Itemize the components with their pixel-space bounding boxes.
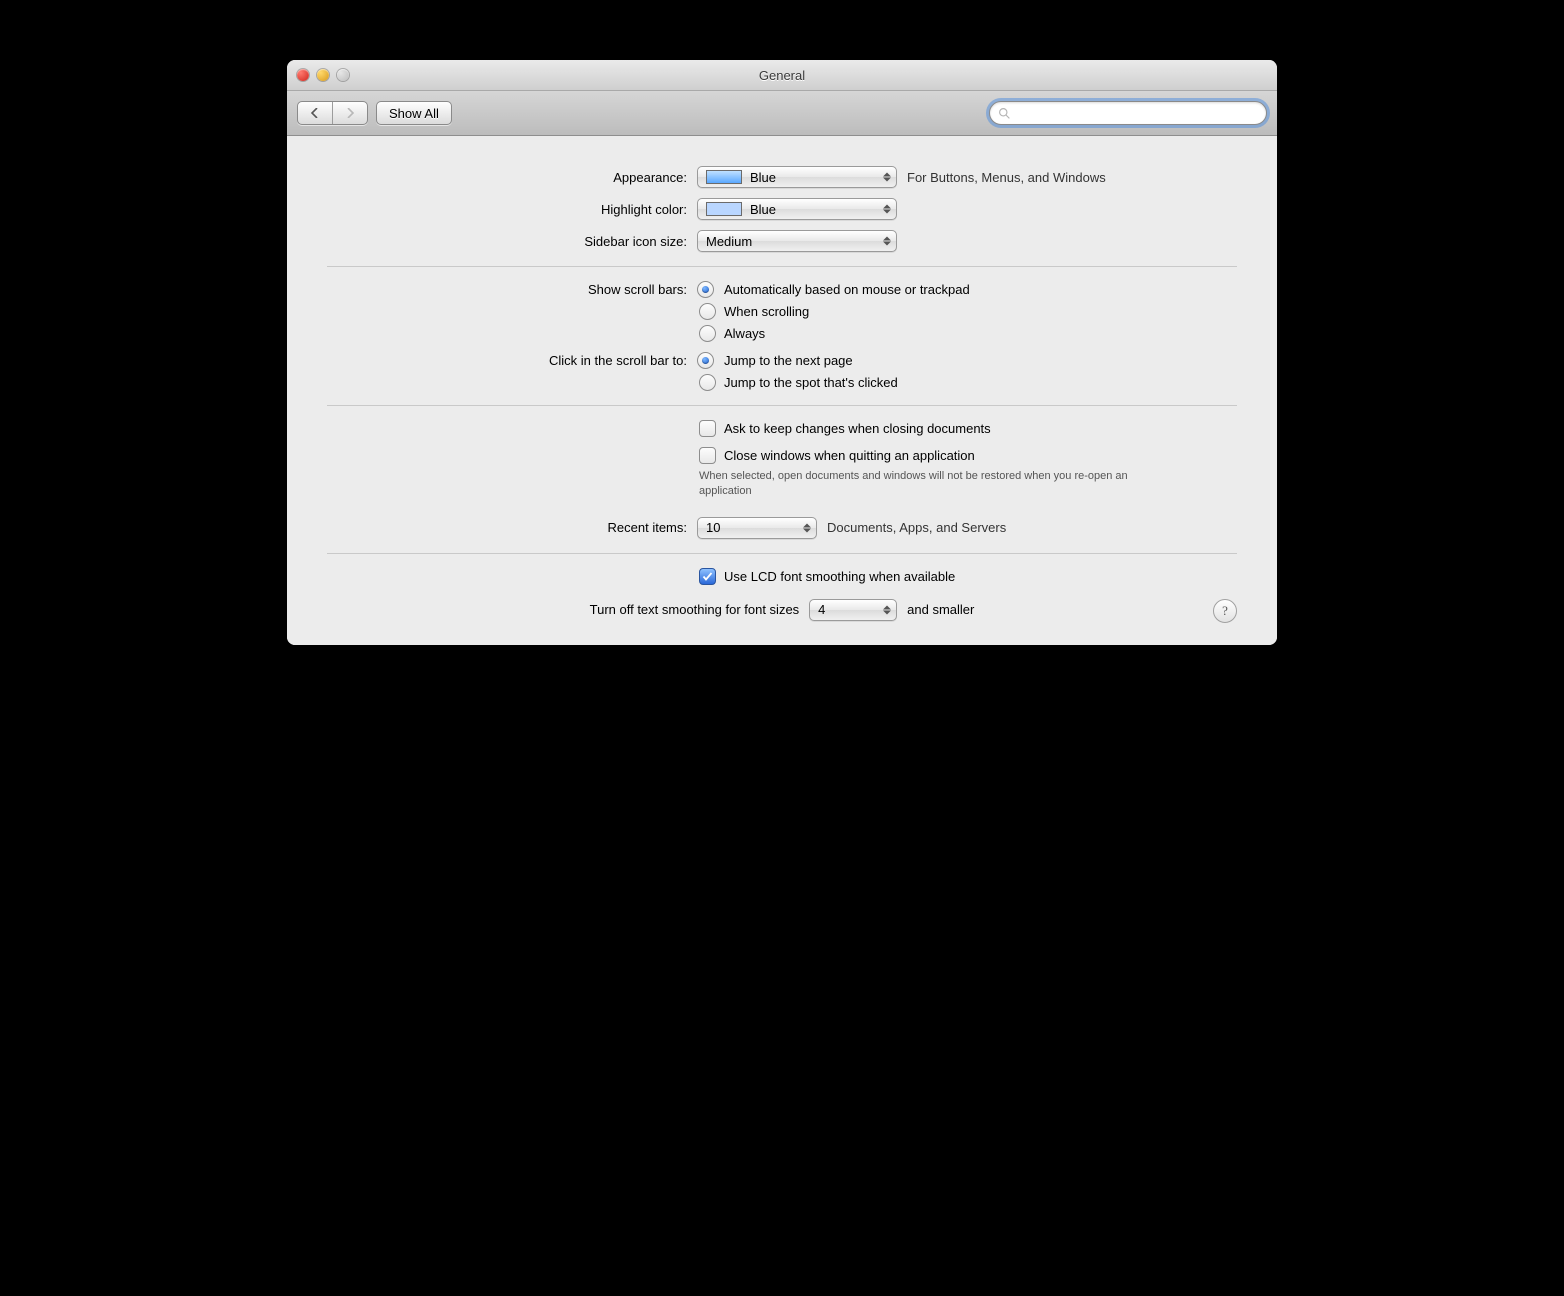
highlight-swatch <box>706 202 742 216</box>
smoothing-cutoff-value: 4 <box>818 602 825 617</box>
smoothing-cutoff-suffix: and smaller <box>907 602 974 617</box>
divider <box>327 553 1237 554</box>
appearance-label: Appearance: <box>327 170 697 185</box>
recent-items-suffix: Documents, Apps, and Servers <box>827 520 1006 535</box>
updown-icon <box>803 523 811 532</box>
close-windows-quit-sub: When selected, open documents and window… <box>699 469 1179 499</box>
sidebar-icon-value: Medium <box>706 234 752 249</box>
highlight-popup[interactable]: Blue <box>697 198 897 220</box>
lcd-smoothing-label: Use LCD font smoothing when available <box>724 569 955 584</box>
search-icon <box>998 107 1011 120</box>
updown-icon <box>883 173 891 182</box>
divider <box>327 266 1237 267</box>
recent-items-label: Recent items: <box>327 520 697 535</box>
search-input[interactable] <box>1017 106 1258 120</box>
scrollbars-option-row-1[interactable]: When scrolling <box>699 303 1237 320</box>
divider <box>327 405 1237 406</box>
nav-segment <box>297 101 368 125</box>
help-button[interactable]: ? <box>1213 599 1237 623</box>
scrollclick-label: Click in the scroll bar to: <box>327 353 697 368</box>
ask-keep-changes-checkbox[interactable] <box>699 420 716 437</box>
titlebar: General <box>287 60 1277 91</box>
scrollclick-option-0[interactable]: Jump to the next page <box>724 353 853 368</box>
toolbar: Show All <box>287 91 1277 136</box>
scrollbars-option-2: Always <box>724 326 765 341</box>
updown-icon <box>883 605 891 614</box>
checkmark-icon <box>702 571 713 582</box>
window-title: General <box>287 68 1277 83</box>
scrollbars-option-row-2[interactable]: Always <box>699 325 1237 342</box>
close-windows-quit-row[interactable]: Close windows when quitting an applicati… <box>699 447 1237 464</box>
updown-icon <box>883 205 891 214</box>
lcd-smoothing-checkbox[interactable] <box>699 568 716 585</box>
scrollbars-option-0[interactable]: Automatically based on mouse or trackpad <box>724 282 970 297</box>
traffic-lights <box>297 69 349 81</box>
close-icon[interactable] <box>297 69 309 81</box>
appearance-hint: For Buttons, Menus, and Windows <box>907 170 1106 185</box>
recent-items-popup[interactable]: 10 <box>697 517 817 539</box>
appearance-swatch <box>706 170 742 184</box>
content-pane: Appearance: Blue For Buttons, Menus, and… <box>287 136 1277 645</box>
scrollbars-radio-scrolling[interactable] <box>699 303 716 320</box>
lcd-smoothing-row[interactable]: Use LCD font smoothing when available <box>699 568 1237 585</box>
appearance-value: Blue <box>750 170 776 185</box>
highlight-value: Blue <box>750 202 776 217</box>
highlight-label: Highlight color: <box>327 202 697 217</box>
ask-keep-changes-label: Ask to keep changes when closing documen… <box>724 421 991 436</box>
scrollbars-option-1: When scrolling <box>724 304 809 319</box>
ask-keep-changes-row[interactable]: Ask to keep changes when closing documen… <box>699 420 1237 437</box>
minimize-icon[interactable] <box>317 69 329 81</box>
scrollclick-option-row-1[interactable]: Jump to the spot that's clicked <box>699 374 1237 391</box>
scrollclick-radio-spot[interactable] <box>699 374 716 391</box>
recent-items-value: 10 <box>706 520 720 535</box>
sidebar-icon-label: Sidebar icon size: <box>327 234 697 249</box>
smoothing-cutoff-prefix: Turn off text smoothing for font sizes <box>590 602 800 617</box>
sidebar-icon-popup[interactable]: Medium <box>697 230 897 252</box>
chevron-right-icon <box>345 108 355 118</box>
appearance-popup[interactable]: Blue <box>697 166 897 188</box>
scrollclick-radio-next[interactable] <box>697 352 714 369</box>
scrollbars-label: Show scroll bars: <box>327 282 697 297</box>
updown-icon <box>883 237 891 246</box>
zoom-icon[interactable] <box>337 69 349 81</box>
close-windows-quit-label: Close windows when quitting an applicati… <box>724 448 975 463</box>
search-field[interactable] <box>989 101 1267 125</box>
smoothing-cutoff-popup[interactable]: 4 <box>809 599 897 621</box>
chevron-left-icon <box>310 108 320 118</box>
forward-button[interactable] <box>332 102 367 124</box>
scrollbars-radio-always[interactable] <box>699 325 716 342</box>
preferences-window: General Show All <box>287 60 1277 645</box>
show-all-button[interactable]: Show All <box>376 101 452 125</box>
scrollbars-radio-auto[interactable] <box>697 281 714 298</box>
scrollclick-option-1: Jump to the spot that's clicked <box>724 375 898 390</box>
back-button[interactable] <box>298 102 332 124</box>
close-windows-quit-checkbox[interactable] <box>699 447 716 464</box>
